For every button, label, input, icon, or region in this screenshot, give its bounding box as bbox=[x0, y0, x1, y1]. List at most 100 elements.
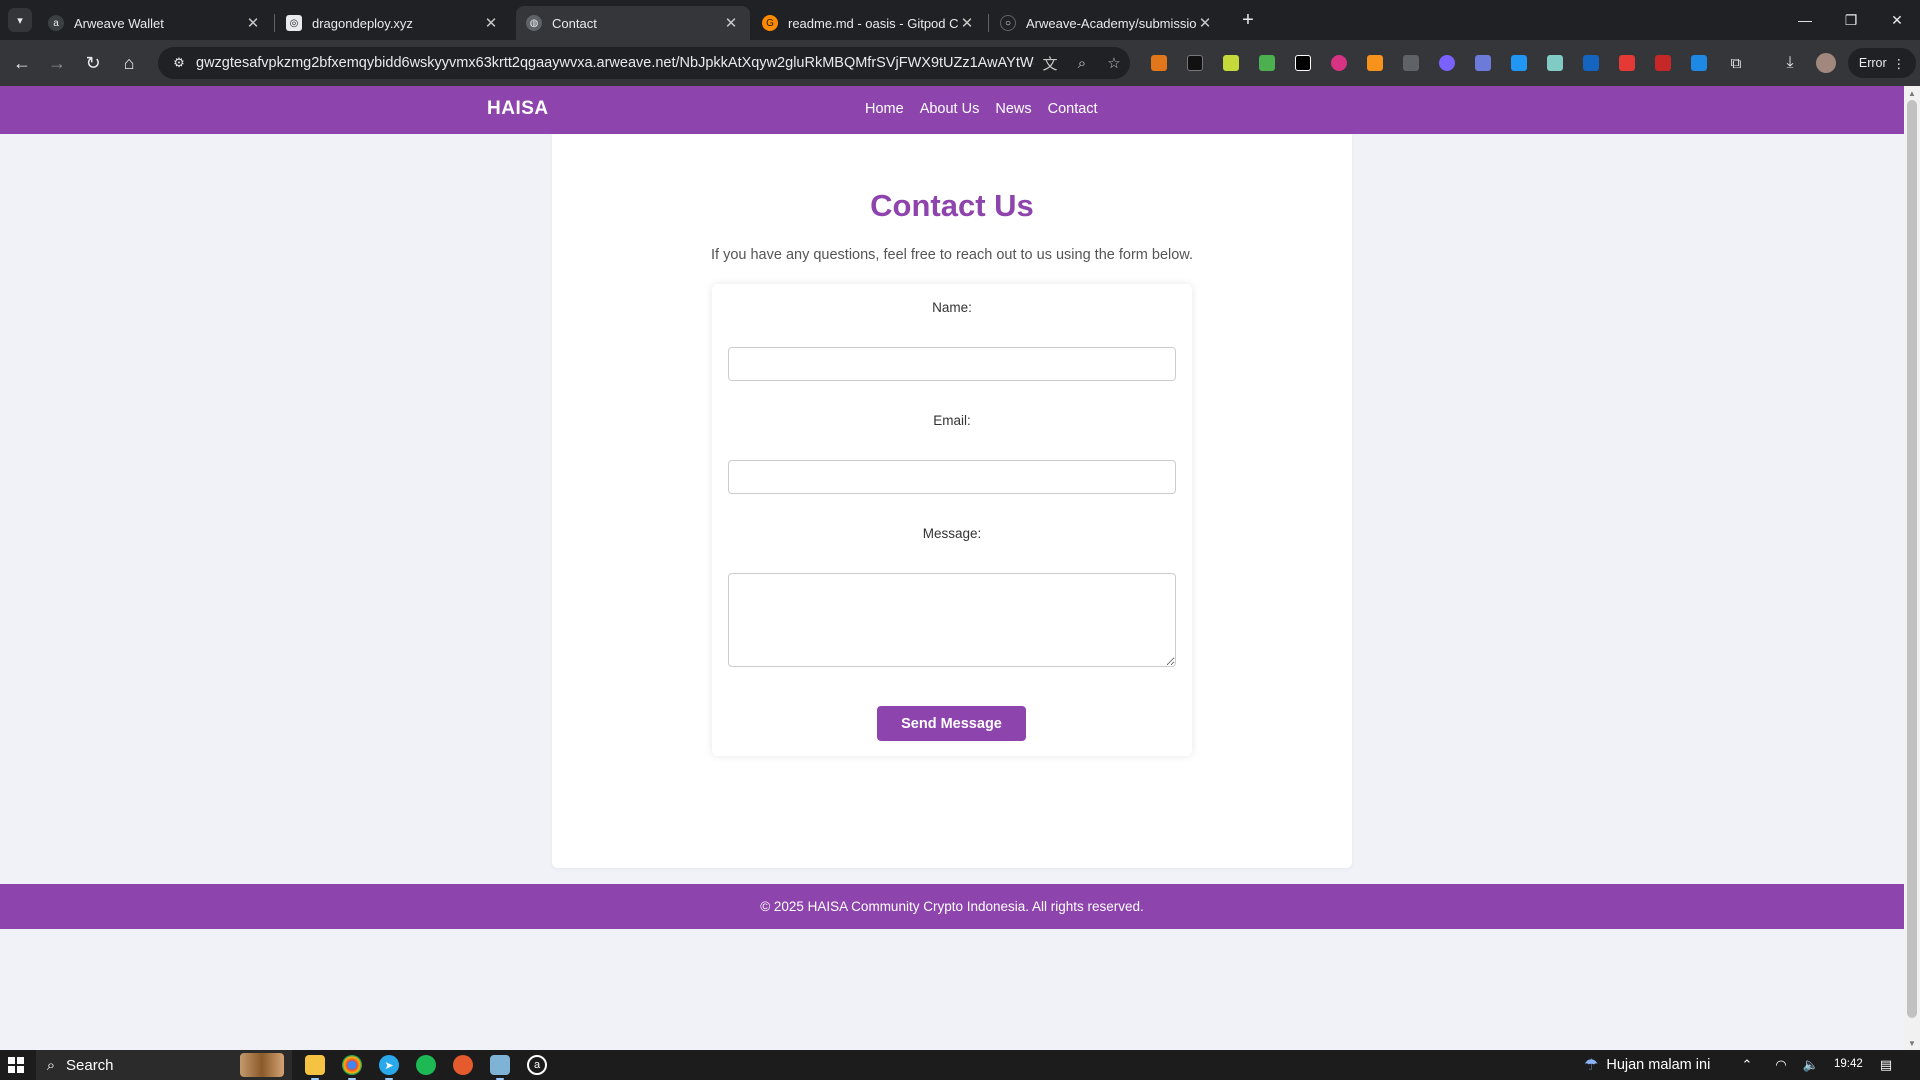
profile-error-chip[interactable]: Error ⋮ bbox=[1848, 48, 1916, 78]
scrollbar-thumb[interactable] bbox=[1907, 100, 1917, 1018]
spotify-icon[interactable] bbox=[416, 1055, 436, 1075]
reload-icon[interactable]: ↻ bbox=[79, 49, 107, 77]
download-icon[interactable]: ⤓ bbox=[1776, 49, 1804, 77]
extension-icon[interactable] bbox=[1439, 55, 1455, 71]
notification-icon[interactable]: ▤ bbox=[1877, 1057, 1895, 1073]
home-icon[interactable]: ⌂ bbox=[115, 49, 143, 77]
metamask-extension-icon[interactable] bbox=[1151, 55, 1167, 71]
address-bar[interactable]: ⚙ gwzgtesafvpkzmg2bfxemqybidd6wskyyvmx63… bbox=[158, 47, 1130, 79]
nav-link-about-us[interactable]: About Us bbox=[920, 101, 980, 117]
scroll-down-arrow-icon[interactable]: ▼ bbox=[1904, 1036, 1920, 1050]
window-close-icon[interactable]: ✕ bbox=[1874, 0, 1920, 40]
extension-icon[interactable] bbox=[1331, 55, 1347, 71]
tab-contact[interactable]: ◍ Contact ✕ bbox=[516, 6, 750, 40]
extension-icon[interactable] bbox=[1187, 55, 1203, 71]
extensions-puzzle-icon[interactable]: ⧉ bbox=[1722, 49, 1750, 77]
email-label: Email: bbox=[933, 413, 971, 428]
contact-form: Name: Email: Message: Send Message bbox=[712, 284, 1192, 756]
close-icon[interactable]: ✕ bbox=[722, 14, 740, 32]
tab-arweave-academy[interactable]: ○ Arweave-Academy/submissions ✕ bbox=[990, 6, 1224, 40]
intro-text: If you have any questions, feel free to … bbox=[710, 247, 1193, 263]
taskbar-search-box[interactable]: ⌕ Search bbox=[36, 1050, 292, 1080]
extension-icon[interactable] bbox=[1223, 55, 1239, 71]
weather-text: Hujan malam ini bbox=[1606, 1057, 1711, 1073]
volume-icon[interactable]: 🔈 bbox=[1802, 1057, 1820, 1073]
extension-icon[interactable] bbox=[1511, 55, 1527, 71]
tab-dragondeploy[interactable]: ◎ dragondeploy.xyz ✕ bbox=[276, 6, 510, 40]
name-input[interactable] bbox=[728, 347, 1176, 381]
extension-icon[interactable] bbox=[1475, 55, 1491, 71]
tab-search-button[interactable]: ▾ bbox=[8, 8, 32, 32]
umbrella-rain-icon: ☂ bbox=[1584, 1057, 1599, 1074]
extension-icon[interactable] bbox=[1619, 55, 1635, 71]
site-header: HAISA Home About Us News Contact bbox=[0, 86, 1904, 134]
tab-title: Arweave Wallet bbox=[74, 15, 164, 31]
site-logo[interactable]: HAISA bbox=[487, 98, 549, 120]
send-message-button[interactable]: Send Message bbox=[877, 706, 1026, 741]
content-card: Contact Us If you have any questions, fe… bbox=[552, 134, 1352, 868]
close-icon[interactable]: ✕ bbox=[244, 14, 262, 32]
new-tab-plus-icon[interactable]: + bbox=[1236, 8, 1260, 32]
forward-arrow-icon[interactable]: → bbox=[43, 49, 71, 77]
profile-avatar[interactable] bbox=[1816, 53, 1836, 73]
nav-link-news[interactable]: News bbox=[995, 101, 1031, 117]
page-title: Contact Us bbox=[870, 188, 1034, 223]
scroll-up-arrow-icon[interactable]: ▲ bbox=[1904, 86, 1920, 100]
tab-gitpod[interactable]: G readme.md - oasis - Gitpod Code ✕ bbox=[752, 6, 986, 40]
windows-start-icon[interactable] bbox=[8, 1057, 24, 1073]
extension-icon[interactable] bbox=[1547, 55, 1563, 71]
globe-icon: ◍ bbox=[526, 15, 542, 31]
minimize-icon[interactable]: — bbox=[1782, 0, 1828, 40]
tab-title: dragondeploy.xyz bbox=[312, 15, 413, 31]
browser-toolbar: ← → ↻ ⌂ ⚙ gwzgtesafvpkzmg2bfxemqybidd6ws… bbox=[0, 40, 1920, 86]
close-icon[interactable]: ✕ bbox=[958, 14, 976, 32]
site-settings-icon[interactable]: ⚙ bbox=[164, 48, 194, 78]
tab-arweave-wallet[interactable]: a Arweave Wallet ✕ bbox=[38, 6, 272, 40]
close-icon[interactable]: ✕ bbox=[482, 14, 500, 32]
tab-divider bbox=[988, 14, 989, 32]
footer-copyright: © 2025 HAISA Community Crypto Indonesia.… bbox=[760, 899, 1144, 914]
extension-icon[interactable] bbox=[1295, 55, 1311, 71]
extension-icon[interactable] bbox=[1655, 55, 1671, 71]
tab-divider bbox=[274, 14, 275, 32]
file-explorer-icon[interactable] bbox=[305, 1055, 325, 1080]
chevron-up-icon[interactable]: ⌃ bbox=[1738, 1057, 1756, 1073]
message-textarea[interactable] bbox=[728, 573, 1176, 667]
notepad-icon[interactable] bbox=[490, 1055, 510, 1080]
site-nav: Home About Us News Contact bbox=[865, 101, 1098, 117]
app-icon[interactable] bbox=[453, 1055, 473, 1075]
dragondeploy-favicon-icon: ◎ bbox=[286, 15, 302, 31]
email-input[interactable] bbox=[728, 460, 1176, 494]
arweave-app-icon[interactable]: a bbox=[527, 1055, 547, 1075]
message-label: Message: bbox=[922, 526, 982, 541]
extension-icon[interactable] bbox=[1259, 55, 1275, 71]
chrome-icon[interactable] bbox=[342, 1055, 362, 1080]
arweave-logo-icon: a bbox=[48, 15, 64, 31]
extension-icon[interactable] bbox=[1583, 55, 1599, 71]
tab-title: readme.md - oasis - Gitpod Code bbox=[788, 15, 958, 31]
close-icon[interactable]: ✕ bbox=[1196, 14, 1214, 32]
telegram-icon[interactable]: ➤ bbox=[379, 1055, 399, 1080]
back-arrow-icon[interactable]: ← bbox=[8, 49, 36, 77]
nav-link-contact[interactable]: Contact bbox=[1048, 101, 1098, 117]
taskbar-clock[interactable]: 19:42 bbox=[1834, 1058, 1863, 1070]
wifi-icon[interactable]: ◠ bbox=[1772, 1057, 1790, 1073]
search-highlight-image bbox=[240, 1053, 284, 1077]
browser-tab-bar: ▾ a Arweave Wallet ✕ ◎ dragondeploy.xyz … bbox=[0, 0, 1920, 40]
github-logo-icon: ○ bbox=[1000, 15, 1016, 31]
translate-icon[interactable]: 文 bbox=[1034, 53, 1066, 74]
bookmark-star-icon[interactable]: ☆ bbox=[1098, 54, 1130, 72]
weather-widget[interactable]: ☂ Hujan malam ini bbox=[1584, 1050, 1710, 1080]
tab-title: Arweave-Academy/submissions bbox=[1026, 15, 1196, 31]
chevron-down-icon: ▾ bbox=[17, 14, 23, 27]
page-scrollbar[interactable]: ▲ ▼ bbox=[1904, 86, 1920, 1050]
restore-icon[interactable]: ❐ bbox=[1828, 0, 1874, 40]
site-footer: © 2025 HAISA Community Crypto Indonesia.… bbox=[0, 884, 1904, 929]
name-label: Name: bbox=[932, 300, 972, 315]
nav-link-home[interactable]: Home bbox=[865, 101, 904, 117]
extension-icon[interactable] bbox=[1367, 55, 1383, 71]
zoom-icon[interactable]: ⌕ bbox=[1066, 55, 1098, 72]
url-text[interactable]: gwzgtesafvpkzmg2bfxemqybidd6wskyyvmx63kr… bbox=[196, 55, 1034, 71]
extension-icon[interactable] bbox=[1403, 55, 1419, 71]
extension-icon[interactable] bbox=[1691, 55, 1707, 71]
